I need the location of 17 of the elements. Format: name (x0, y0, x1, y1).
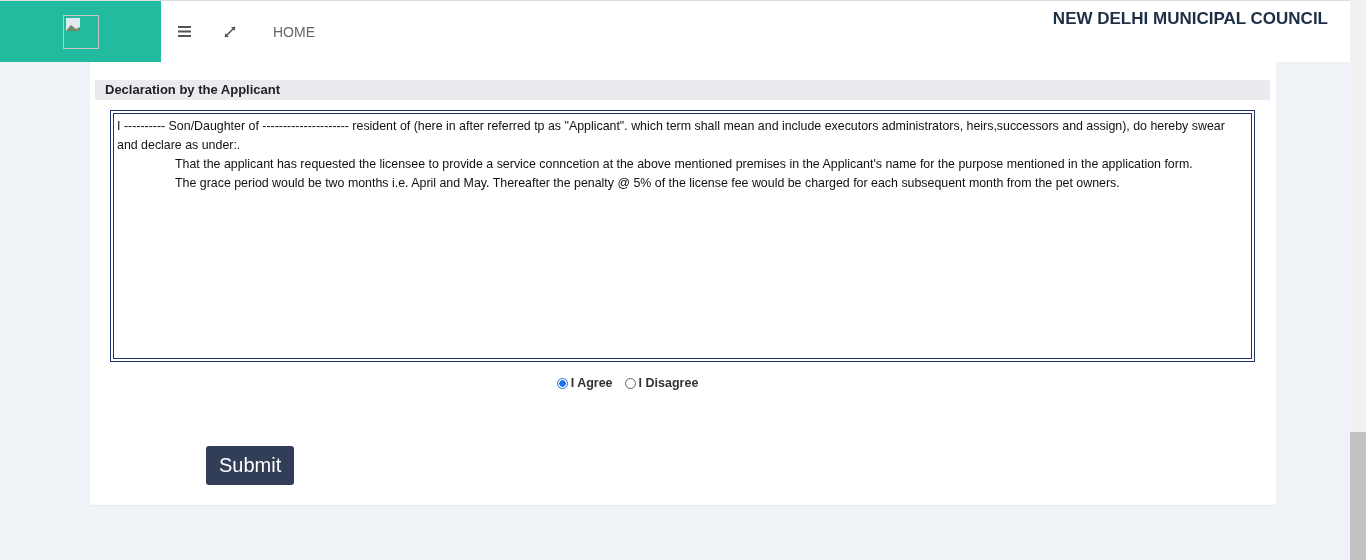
declaration-paragraph: That the applicant has requested the licensee to provide a service conncetion at the above mentioned premises in the Applicant's name for the purpose mentioned in the application form. (174, 156, 1194, 173)
radio-button[interactable] (624, 377, 636, 389)
declaration-paragraph: The grace period would be two months i.e. April and May. Thereafter the penalty @ 5% of the license fee would be charged for each subsequent month from the pet owners. (174, 175, 1121, 192)
declaration-text-area[interactable] (110, 110, 1255, 362)
submit-button[interactable]: Submit (206, 446, 295, 485)
home-link[interactable]: HOME (273, 23, 315, 40)
radio-option[interactable]: I Disagree (624, 376, 699, 390)
radio-button[interactable] (556, 377, 568, 389)
page-scrollbar[interactable] (1350, 0, 1366, 560)
section-header: Declaration by the Applicant (95, 80, 1270, 100)
radio-option[interactable]: I Agree (556, 376, 613, 390)
scrollbar-thumb[interactable] (1350, 432, 1366, 560)
radio-label: I Disagree (638, 376, 699, 390)
radio-label: I Agree (570, 376, 613, 390)
declaration-paragraph: I ---------- Son/Daughter of --------------------- resident of (here in after referred tp as "Applicant". which term shall mean and include executors administrators, heirs,successors and assign), do hereby swear and declare as under:. (117, 118, 1226, 154)
broken-image-icon (62, 14, 99, 49)
site-title: NEW DELHI MUNICIPAL COUNCIL (1052, 9, 1328, 29)
